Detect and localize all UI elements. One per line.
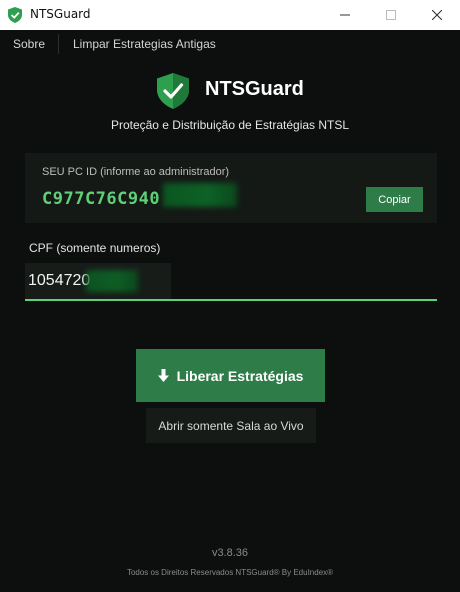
title-bar: NTSGuard <box>0 0 460 30</box>
open-live-room-button[interactable]: Abrir somente Sala ao Vivo <box>146 408 316 443</box>
brand-name: NTSGuard <box>205 78 304 100</box>
shield-check-icon <box>8 7 22 23</box>
shield-check-icon <box>157 73 189 109</box>
minimize-icon <box>340 14 350 16</box>
release-strategies-button[interactable]: Liberar Estratégias <box>136 349 325 402</box>
cpf-redaction <box>86 270 138 292</box>
maximize-button[interactable] <box>368 0 414 30</box>
copyright-text: Todos os Direitos Reservados NTSGuard® B… <box>126 568 334 577</box>
release-strategies-label: Liberar Estratégias <box>176 367 304 384</box>
menu-item-clear-strategies[interactable]: Limpar Estrategias Antigas <box>73 37 216 51</box>
close-button[interactable] <box>414 0 460 30</box>
menu-item-about[interactable]: Sobre <box>13 37 45 51</box>
minimize-button[interactable] <box>322 0 368 30</box>
cpf-label: CPF (somente numeros) <box>29 241 161 255</box>
window-title: NTSGuard <box>30 7 91 21</box>
version-label: v3.8.36 <box>211 547 249 559</box>
close-icon <box>432 10 442 20</box>
pc-id-label: SEU PC ID (informe ao administrador) <box>42 166 230 178</box>
menu-divider <box>58 34 59 54</box>
copy-button[interactable]: Copiar <box>366 187 423 212</box>
menu-bar: Sobre Limpar Estrategias Antigas <box>0 30 460 58</box>
maximize-icon <box>386 10 396 20</box>
pc-id-value: C977C76C940 <box>42 189 161 209</box>
app-subtitle: Proteção e Distribuição de Estratégias N… <box>110 118 350 132</box>
pc-id-card: SEU PC ID (informe ao administrador) C97… <box>25 153 437 223</box>
pc-id-redaction <box>163 183 237 207</box>
download-arrow-icon <box>157 368 169 382</box>
